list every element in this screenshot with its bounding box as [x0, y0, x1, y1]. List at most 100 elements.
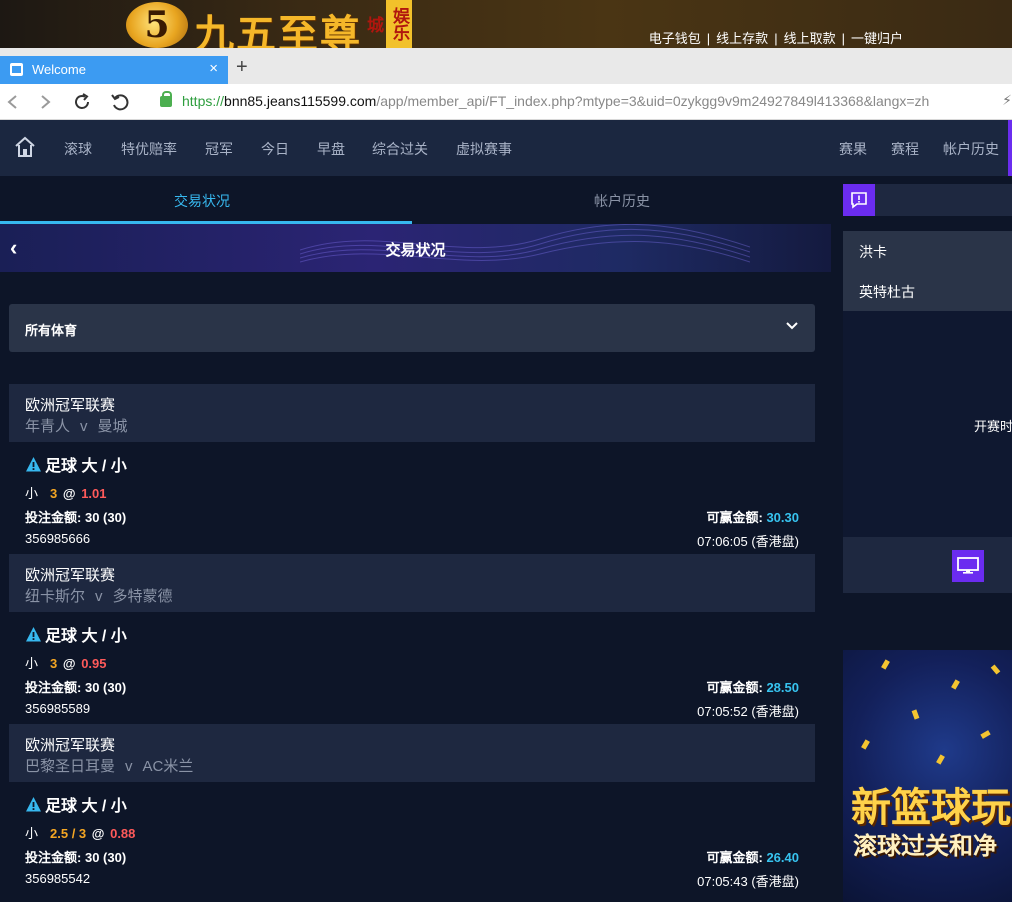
- at-sign: @: [91, 826, 105, 841]
- stake-label: 投注金额:: [25, 680, 82, 695]
- bet-detail: 足球 大 / 小 小 2.5 / 3 @ 0.88 投注金额: 30 (30) 可…: [9, 782, 815, 894]
- nav-accent-bar: [1008, 120, 1012, 176]
- nav-inplay[interactable]: 滚球: [64, 139, 92, 159]
- nav-today[interactable]: 今日: [261, 139, 289, 159]
- stake-amount: 投注金额: 30 (30): [25, 677, 126, 696]
- tab-transactions[interactable]: 交易状况: [174, 191, 230, 211]
- odds: 0.88: [110, 826, 136, 841]
- league-name: 欧洲冠军联赛: [25, 567, 116, 584]
- promo-headline: 新篮球玩: [851, 784, 1011, 831]
- tab-close-icon[interactable]: ×: [209, 60, 218, 77]
- url-path: /app/member_api/FT_index.php?mtype=3&uid…: [376, 93, 930, 109]
- video-controls: [843, 537, 1012, 593]
- match-teams: 纽卡斯尔 v 多特蒙德: [25, 585, 173, 606]
- team-away: 英特杜古: [859, 284, 915, 300]
- match-teams: 巴黎圣日耳曼 v AC米兰: [25, 755, 193, 776]
- stake-amount: 投注金额: 30 (30): [25, 847, 126, 866]
- url-protocol: https://: [182, 93, 225, 109]
- away-team: 多特蒙德: [112, 588, 173, 605]
- nav-outright[interactable]: 冠军: [205, 139, 233, 159]
- nav-early[interactable]: 早盘: [317, 139, 345, 159]
- undo-close-icon[interactable]: [110, 92, 130, 112]
- bet-selection: 小3 @ 1.01: [25, 483, 107, 502]
- page-title: 交易状况: [385, 242, 446, 259]
- odds: 1.01: [81, 486, 107, 501]
- confetti: [990, 664, 1001, 675]
- ticket-number: 356985666: [25, 531, 91, 546]
- confetti: [936, 754, 945, 765]
- link-separator: |: [774, 31, 778, 46]
- url-host: bnn85.jeans115599.com: [224, 93, 377, 109]
- at-sign: @: [62, 486, 76, 501]
- bet-market: 足球 大 / 小: [25, 792, 127, 816]
- market-name: 足球 大 / 小: [45, 628, 127, 645]
- win-label: 可赢金额:: [706, 510, 763, 525]
- nav-schedule[interactable]: 赛程: [891, 139, 919, 159]
- forward-arrow-icon[interactable]: [38, 94, 52, 110]
- handicap: 2.5 / 3: [50, 826, 87, 841]
- live-tv-button[interactable]: [952, 550, 984, 582]
- confetti: [951, 679, 960, 690]
- link-e-wallet[interactable]: 电子钱包: [649, 31, 701, 46]
- versus-label: v: [95, 588, 103, 605]
- home-icon[interactable]: [14, 136, 36, 158]
- side-panel: 洪卡 英特杜古 开赛时 新篮球玩 滚球过关和净: [843, 176, 1012, 902]
- link-separator: |: [706, 31, 711, 46]
- market-name: 足球 大 / 小: [45, 798, 127, 815]
- odds: 0.95: [81, 656, 107, 671]
- page-header: ‹ 交易状况: [0, 224, 831, 272]
- win-label: 可赢金额:: [706, 680, 763, 695]
- bet-detail: 足球 大 / 小 小3 @ 0.95 投注金额: 30 (30) 可赢金额: 2…: [9, 612, 815, 724]
- account-links: 电子钱包 | 线上存款 | 线上取款 | 一键归户: [646, 28, 906, 47]
- bet-selection: 小 2.5 / 3 @ 0.88: [25, 823, 135, 842]
- warning-icon: [26, 627, 41, 642]
- bet-time: 07:05:52 (香港盘): [697, 704, 799, 719]
- url-field[interactable]: https://bnn85.jeans115599.com/app/member…: [182, 93, 929, 109]
- sport-filter-dropdown[interactable]: 所有体育: [9, 304, 815, 352]
- browser-tab[interactable]: Welcome ×: [0, 56, 228, 84]
- link-separator: |: [841, 31, 845, 46]
- stake-label: 投注金额:: [25, 510, 82, 525]
- bet-header: 欧洲冠军联赛 年青人 v 曼城: [9, 384, 815, 442]
- promo-subline: 滚球过关和净: [853, 831, 997, 860]
- tab-account-history[interactable]: 帐户历史: [594, 191, 650, 211]
- promo-banner[interactable]: 新篮球玩 滚球过关和净: [843, 650, 1012, 902]
- bet-time: 07:06:05 (香港盘): [697, 534, 799, 549]
- tab-title: Welcome: [32, 62, 86, 77]
- live-match-panel[interactable]: 洪卡 英特杜古: [843, 231, 1012, 311]
- new-tab-button[interactable]: +: [236, 56, 248, 79]
- match-teams: 年青人 v 曼城: [25, 415, 128, 436]
- bet-market: 足球 大 / 小: [25, 452, 127, 476]
- link-withdraw[interactable]: 线上取款: [784, 31, 836, 46]
- extension-icon[interactable]: ⚡: [1002, 92, 1012, 109]
- nav-virtual[interactable]: 虚拟赛事: [456, 139, 512, 159]
- link-consolidate[interactable]: 一键归户: [851, 31, 903, 46]
- home-team: 年青人: [25, 418, 71, 435]
- back-arrow-icon[interactable]: [6, 94, 20, 110]
- bet-time: 07:05:43 (香港盘): [697, 874, 799, 889]
- bet-detail: 足球 大 / 小 小3 @ 1.01 投注金额: 30 (30) 可赢金额: 3…: [9, 442, 815, 554]
- bet-header: 欧洲冠军联赛 纽卡斯尔 v 多特蒙德: [9, 554, 815, 612]
- sub-tabs: 交易状况 帐户历史: [0, 176, 831, 224]
- ticket-number: 356985542: [25, 871, 91, 886]
- win-value: 30.30: [766, 510, 799, 525]
- team-home: 洪卡: [859, 244, 887, 260]
- market-name: 足球 大 / 小: [45, 458, 127, 475]
- away-team: AC米兰: [142, 758, 194, 775]
- nav-account-history[interactable]: 帐户历史: [943, 139, 999, 159]
- handicap: 3: [50, 656, 58, 671]
- secure-lock-icon: [160, 91, 172, 107]
- nav-best-odds[interactable]: 特优赔率: [121, 139, 177, 159]
- bet-market: 足球 大 / 小: [25, 622, 127, 646]
- confetti: [881, 659, 890, 670]
- monitor-icon: [957, 557, 979, 574]
- chat-button[interactable]: [843, 184, 875, 216]
- stake-label: 投注金额:: [25, 850, 82, 865]
- win-value: 26.40: [766, 850, 799, 865]
- confetti: [861, 739, 870, 750]
- nav-results[interactable]: 赛果: [839, 139, 867, 159]
- reload-icon[interactable]: [72, 92, 92, 112]
- chevron-down-icon: [786, 322, 798, 330]
- nav-parlay[interactable]: 综合过关: [372, 139, 428, 159]
- link-deposit[interactable]: 线上存款: [716, 31, 768, 46]
